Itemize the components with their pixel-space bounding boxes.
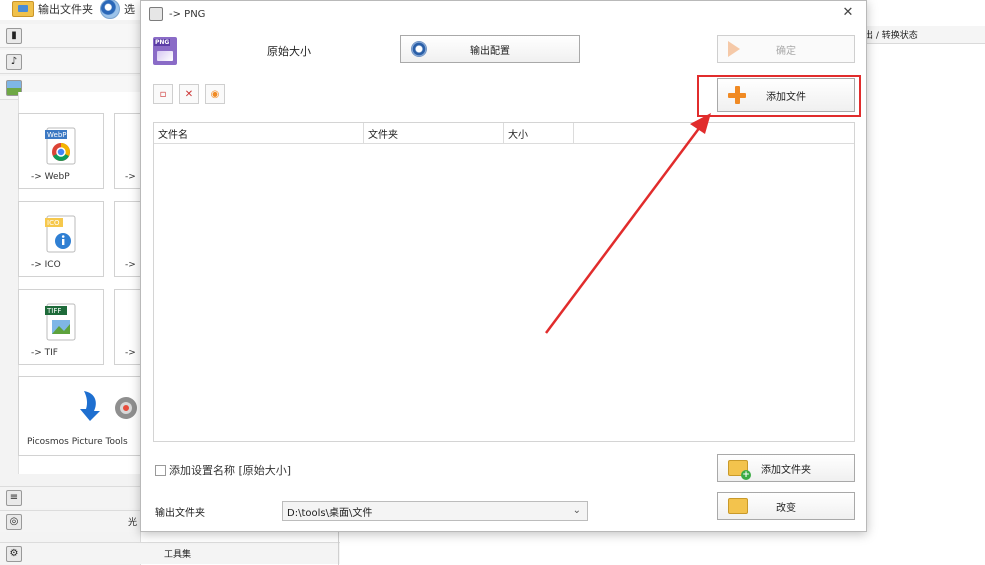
column-filename[interactable]: 文件名 bbox=[154, 123, 364, 143]
music-icon: ♪ bbox=[6, 53, 22, 70]
options-icon bbox=[100, 0, 120, 19]
file-table[interactable]: 文件名 文件夹 大小 bbox=[153, 122, 855, 442]
output-folder-select[interactable]: D:\tools\桌面\文件 ⌄ bbox=[282, 501, 588, 521]
confirm-button[interactable]: 确定 bbox=[717, 35, 855, 63]
arrow-right-icon bbox=[728, 41, 740, 57]
format-card-ico[interactable]: ICO -> ICO bbox=[18, 201, 104, 277]
file-table-header: 文件名 文件夹 大小 bbox=[154, 123, 854, 144]
close-icon[interactable]: ✕ bbox=[840, 4, 856, 20]
folder-icon bbox=[728, 498, 748, 514]
dialog-title: -> PNG bbox=[169, 8, 206, 20]
add-file-highlight bbox=[697, 75, 861, 117]
bottom-category-label: 光 bbox=[128, 518, 138, 528]
change-button[interactable]: 改变 bbox=[717, 492, 855, 520]
gear-icon bbox=[115, 397, 137, 419]
options-toolbar-label: 选 bbox=[124, 3, 135, 16]
picture-tools-card[interactable]: Picosmos Picture Tools bbox=[18, 376, 140, 456]
status-column-header: 出 / 转换状态 bbox=[860, 26, 985, 44]
output-config-label: 输出配置 bbox=[470, 45, 510, 57]
output-config-button[interactable]: 输出配置 bbox=[400, 35, 580, 63]
disc-icon: ◎ bbox=[6, 513, 22, 530]
picture-tools-label: Picosmos Picture Tools bbox=[27, 437, 128, 447]
dialog-titlebar: -> PNG bbox=[149, 7, 205, 21]
png-badge: PNG bbox=[154, 39, 171, 46]
category-audio[interactable]: ♪ bbox=[0, 50, 140, 74]
add-setting-name-label: 添加设置名称 [原始大小] bbox=[169, 464, 292, 477]
format-card-label: -> bbox=[125, 348, 136, 358]
format-card-label: -> bbox=[125, 260, 136, 270]
bottom-category-tools[interactable]: ⚙ 工具集 bbox=[0, 542, 340, 564]
app-icon bbox=[149, 7, 163, 21]
download-arrow-icon bbox=[80, 391, 100, 421]
category-video[interactable]: ▮ bbox=[0, 24, 140, 48]
add-folder-icon bbox=[728, 460, 751, 480]
options-toolbar-button[interactable]: 选 bbox=[100, 0, 135, 19]
add-setting-name-checkbox[interactable] bbox=[155, 464, 166, 476]
video-icon: ▮ bbox=[6, 27, 22, 44]
column-size[interactable]: 大小 bbox=[504, 123, 574, 143]
original-size-label: 原始大小 bbox=[267, 45, 311, 58]
settings-icon bbox=[411, 41, 427, 57]
format-card-label: -> ICO bbox=[31, 260, 61, 270]
clear-icon: ✕ bbox=[184, 88, 194, 100]
remove-icon: ▫ bbox=[159, 88, 167, 100]
folder-icon bbox=[12, 1, 34, 17]
clear-list-button[interactable]: ✕ bbox=[179, 84, 199, 104]
ico-badge: ICO bbox=[47, 219, 60, 227]
format-card-label: -> bbox=[125, 172, 136, 182]
webp-file-icon: WebP bbox=[45, 127, 76, 165]
png-file-icon: PNG bbox=[153, 37, 177, 65]
bottom-category-label: 工具集 bbox=[164, 550, 192, 560]
format-card-label: -> WebP bbox=[31, 172, 70, 182]
divider bbox=[338, 532, 339, 565]
tools-icon: ⚙ bbox=[6, 545, 22, 562]
format-card-label: -> TIF bbox=[31, 348, 58, 358]
list-icon: ≡ bbox=[6, 489, 22, 506]
output-folder-toolbar-button[interactable]: 输出文件夹 bbox=[12, 0, 93, 18]
add-folder-button[interactable]: 添加文件夹 bbox=[717, 454, 855, 482]
convert-dialog: -> PNG ✕ PNG 原始大小 输出配置 确定 ▫ ✕ ◉ 添加文件 文件名… bbox=[140, 0, 867, 532]
format-card-webp[interactable]: WebP -> WebP bbox=[18, 113, 104, 189]
tiff-badge: TIFF bbox=[46, 307, 61, 315]
chevron-down-icon: ⌄ bbox=[572, 505, 581, 516]
output-folder-value: D:\tools\桌面\文件 bbox=[287, 507, 373, 519]
add-setting-name-checkbox-row[interactable]: 添加设置名称 [原始大小] bbox=[155, 462, 291, 478]
output-folder-toolbar-label: 输出文件夹 bbox=[38, 3, 93, 16]
tif-file-icon: TIFF bbox=[45, 303, 76, 341]
format-card-tif[interactable]: TIFF -> TIF bbox=[18, 289, 104, 365]
ico-file-icon: ICO bbox=[45, 215, 76, 253]
play-icon: ◉ bbox=[210, 88, 220, 100]
remove-file-button[interactable]: ▫ bbox=[153, 84, 173, 104]
webp-badge: WebP bbox=[47, 131, 66, 139]
column-folder[interactable]: 文件夹 bbox=[364, 123, 504, 143]
output-folder-label: 输出文件夹 bbox=[155, 508, 205, 519]
play-button[interactable]: ◉ bbox=[205, 84, 225, 104]
